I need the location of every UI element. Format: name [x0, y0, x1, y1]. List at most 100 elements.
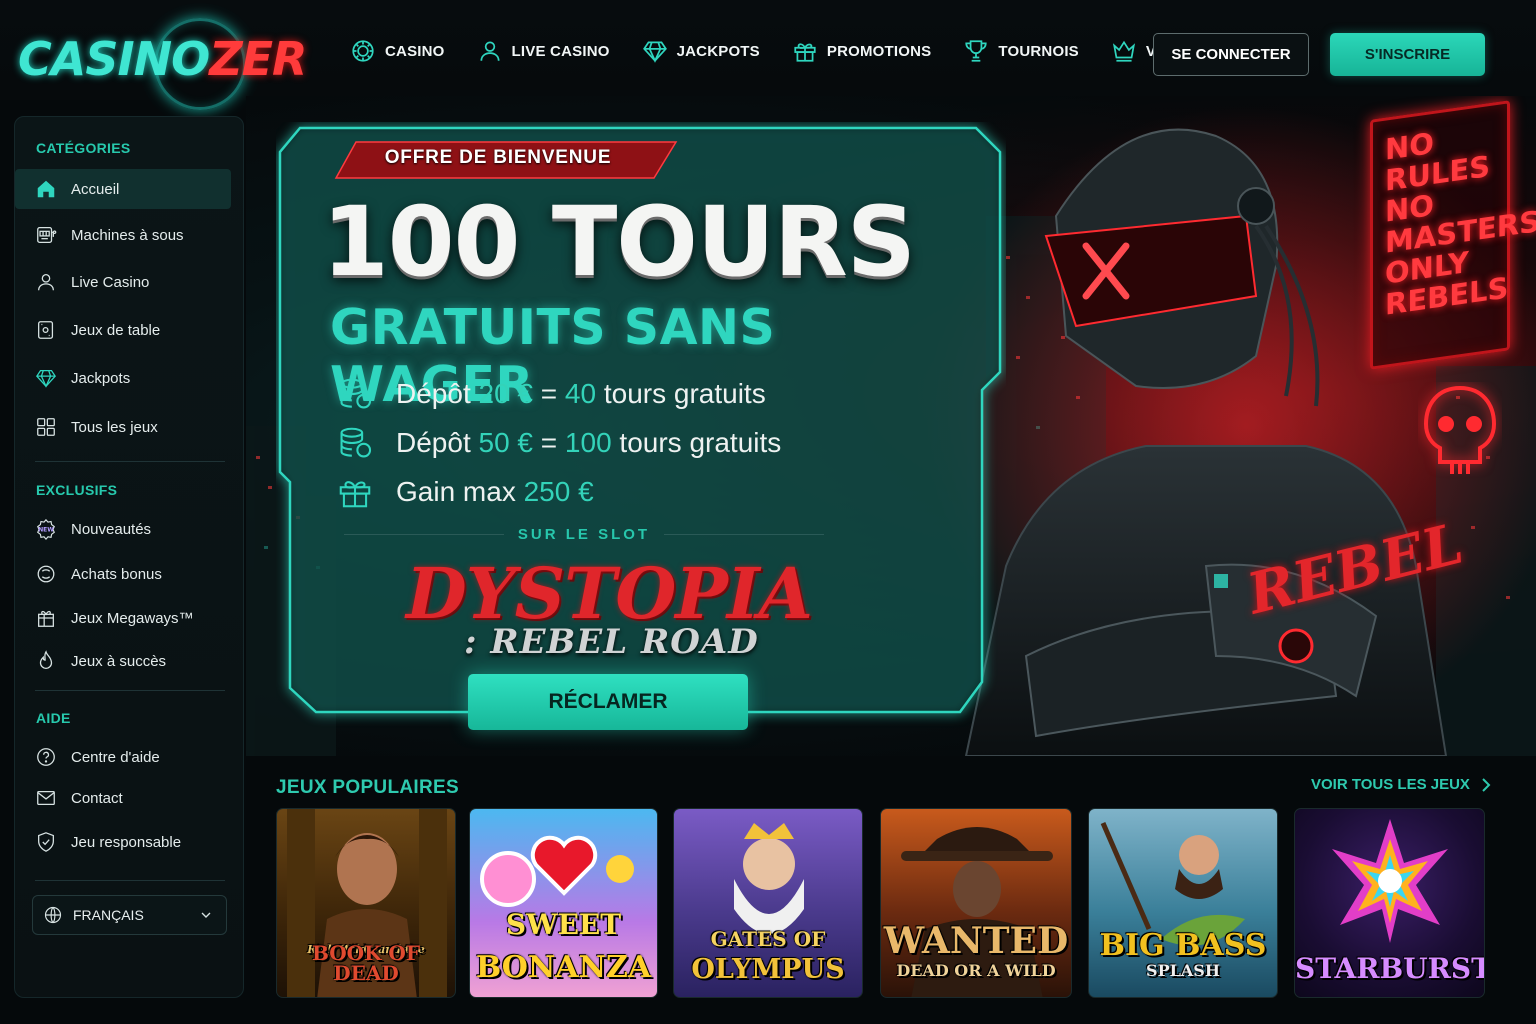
sidebar-item-nouveautes[interactable]: NEW Nouveautés — [15, 509, 231, 549]
perk-count: 100 — [564, 427, 612, 458]
nav-label-tournois: TOURNOIS — [998, 42, 1079, 60]
sidebar-section-exclusifs: EXCLUSIFS — [36, 482, 118, 498]
sidebar-divider — [35, 880, 225, 881]
sidebar-item-megaways[interactable]: Jeux Megaways™ — [15, 598, 231, 638]
nav-jackpots[interactable]: JACKPOTS — [642, 38, 760, 64]
neon-skull-icon — [1423, 385, 1497, 474]
main-nav: CASINO LIVE CASINO JACKPOTS PROMOTIONS T… — [350, 38, 1203, 64]
welcome-offer-badge: OFFRE DE BIENVENUE — [384, 147, 612, 168]
neon-sign: NO RULES NO MASTERS ONLY REBELS — [1370, 100, 1536, 370]
language-select[interactable]: FRANÇAIS — [32, 895, 227, 935]
game-tile-book-of-dead[interactable]: Rich Wilde and the BOOK OF DEAD — [276, 808, 456, 998]
perk-suffix: tours gratuits — [611, 427, 782, 458]
perk-prefix: Dépôt — [396, 427, 479, 458]
sidebar-item-label: Contact — [71, 789, 123, 807]
game-tile-wanted-dead-or-a-wild[interactable]: WANTED DEAD OR A WILD — [880, 808, 1072, 998]
sidebar-item-achats-bonus[interactable]: Achats bonus — [15, 554, 231, 594]
sidebar-section-categories: CATÉGORIES — [36, 140, 131, 156]
perk-deposit-50: Dépôt 50 € = 100 tours gratuits — [336, 423, 781, 463]
game-tile-subtitle: GATES OF — [710, 927, 826, 951]
table-cards-icon — [38, 321, 54, 339]
perk-suffix: tours gratuits — [596, 378, 766, 409]
perk-equals: = — [533, 378, 565, 409]
sidebar-item-jeu-responsable[interactable]: Jeu responsable — [15, 822, 231, 862]
game-tile-big-bass-splash[interactable]: BIG BASS SPLASH — [1088, 808, 1278, 998]
game-tile-title: DEAD OR A WILD — [896, 961, 1056, 980]
sidebar-item-tous-les-jeux[interactable]: Tous les jeux — [15, 407, 231, 447]
nav-tournois[interactable]: TOURNOIS — [963, 38, 1079, 64]
sidebar-item-centre-aide[interactable]: Centre d'aide — [15, 737, 231, 777]
perk-count: 40 — [564, 378, 597, 409]
slot-on-label: SUR LE SLOT — [324, 524, 844, 544]
sidebar-item-live-casino[interactable]: Live Casino — [15, 262, 231, 302]
perk-amount: 250 € — [523, 476, 594, 507]
game-tile-sweet-bonanza[interactable]: SWEET BONANZA — [469, 808, 658, 998]
game-tile-subtitle: WANTED — [883, 920, 1069, 962]
nav-label-jackpots: JACKPOTS — [676, 42, 760, 60]
perk-text: Dépôt 50 € = 100 tours gratuits — [396, 427, 781, 459]
claim-button[interactable]: RÉCLAMER — [468, 674, 748, 730]
game-tile-subtitle: BIG BASS — [1099, 928, 1267, 963]
sidebar-divider — [35, 461, 225, 462]
sidebar-item-label: Jackpots — [71, 369, 131, 387]
grid-icon — [37, 418, 55, 436]
language-select-value: FRANÇAIS — [73, 907, 144, 923]
featured-game-subtitle: : REBEL ROAD — [464, 622, 759, 662]
nav-live-casino[interactable]: LIVE CASINO — [477, 38, 610, 64]
game-tile-title: BONANZA — [475, 950, 652, 985]
shield-check-icon — [38, 832, 54, 852]
perk-text: Gain max 250 € — [396, 476, 594, 508]
sidebar-divider — [35, 690, 225, 691]
game-tile-subtitle: SWEET — [505, 908, 622, 941]
diamond-icon — [642, 41, 667, 63]
popular-games-title: JEUX POPULAIRES — [276, 777, 459, 798]
sidebar: CATÉGORIES Accueil Machines à sous Live … — [14, 116, 244, 998]
divider-line — [343, 533, 504, 535]
user-icon — [38, 274, 54, 291]
home-icon — [37, 180, 55, 198]
perk-text: Dépôt 20 € = 40 tours gratuits — [396, 378, 766, 410]
sidebar-item-jeux-de-table[interactable]: Jeux de table — [15, 310, 231, 350]
sidebar-item-machines-a-sous[interactable]: Machines à sous — [15, 215, 231, 255]
game-tile-starburst[interactable]: STARBURST — [1294, 808, 1485, 998]
help-circle-icon — [37, 748, 55, 766]
signup-button[interactable]: S'INSCRIRE — [1330, 33, 1485, 76]
sidebar-item-contact[interactable]: Contact — [15, 778, 231, 818]
nav-label-live-casino: LIVE CASINO — [511, 42, 610, 60]
chevron-down-icon — [201, 912, 211, 918]
sidebar-item-label: Tous les jeux — [71, 418, 158, 436]
see-all-games-link[interactable]: VOIR TOUS LES JEUX — [1311, 776, 1492, 793]
sidebar-item-jeux-a-succes[interactable]: Jeux à succès — [15, 641, 231, 681]
chevron-right-icon — [1482, 777, 1491, 792]
sidebar-section-aide: AIDE — [36, 710, 71, 726]
see-all-label: VOIR TOUS LES JEUX — [1311, 776, 1470, 793]
slot-machine-icon — [37, 227, 57, 243]
game-tile-title: SPLASH — [1146, 961, 1220, 980]
nav-label-casino: CASINO — [385, 42, 445, 60]
nav-promotions[interactable]: PROMOTIONS — [792, 38, 932, 64]
login-button[interactable]: SE CONNECTER — [1153, 33, 1309, 76]
nav-label-promotions: PROMOTIONS — [826, 42, 932, 60]
logo-wordmark: CASINOZER — [18, 32, 307, 86]
coins-icon — [340, 427, 372, 458]
top-header: CASINOZER CASINO LIVE CASINO JACKPOTS PR… — [0, 0, 1536, 110]
hero-headline: 100 TOURS — [322, 186, 916, 298]
sidebar-item-jackpots[interactable]: Jackpots — [15, 358, 231, 398]
casino-logo[interactable]: CASINOZER — [14, 18, 307, 110]
perk-amount: 20 € — [478, 378, 534, 409]
hero-banner: OFFRE DE BIENVENUE 100 TOURS GRATUITS SA… — [246, 96, 1536, 756]
perk-equals: = — [533, 427, 565, 458]
svg-text:NEW: NEW — [38, 526, 54, 533]
sidebar-item-accueil[interactable]: Accueil — [15, 169, 231, 209]
sidebar-item-label: Machines à sous — [71, 226, 184, 244]
bonus-buy-icon — [37, 565, 55, 583]
perk-max-win: Gain max 250 € — [336, 472, 594, 512]
globe-icon — [44, 906, 62, 924]
nav-casino[interactable]: CASINO — [350, 38, 445, 64]
sidebar-item-label: Nouveautés — [71, 520, 152, 538]
sidebar-item-label: Accueil — [71, 180, 120, 198]
user-icon — [480, 41, 500, 61]
game-tile-gates-of-olympus[interactable]: GATES OF OLYMPUS — [673, 808, 863, 998]
game-tile-title: STARBURST — [1295, 952, 1485, 985]
perk-amount: 50 € — [478, 427, 534, 458]
